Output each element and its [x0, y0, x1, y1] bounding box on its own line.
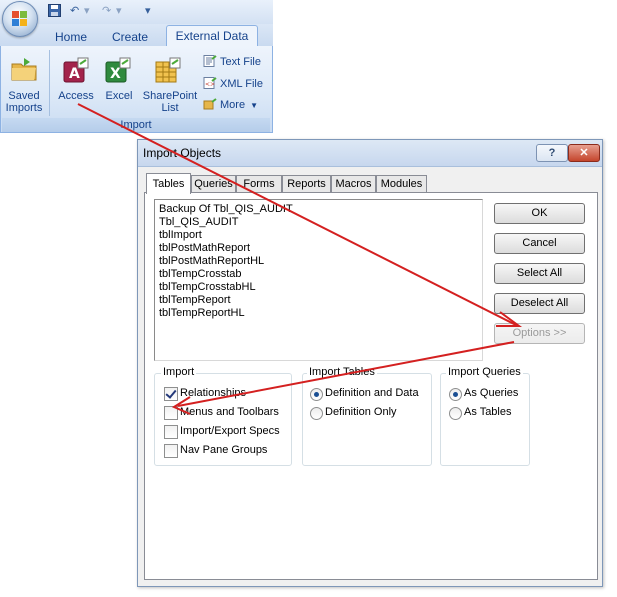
svg-text:<>: <>: [205, 81, 215, 88]
excel-icon: X: [104, 56, 132, 84]
list-item[interactable]: tblImport: [159, 229, 202, 242]
as-tables-label: As Tables: [464, 406, 512, 418]
tab-modules[interactable]: Modules: [376, 175, 427, 193]
undo-icon[interactable]: ↶: [70, 4, 79, 18]
redo-icon[interactable]: ↷: [102, 4, 111, 18]
list-item[interactable]: Backup Of Tbl_QIS_AUDIT: [159, 203, 293, 216]
ribbon: ↶ ▾ ↷ ▾ ▾ Home Create External Data Save…: [0, 0, 273, 133]
dialog-title-bar: Import Objects ? ✕: [138, 140, 602, 167]
import-tables-group-label: Import Tables: [307, 366, 377, 379]
text-file-icon: [203, 55, 217, 67]
nav-pane-groups-checkbox[interactable]: [164, 444, 178, 458]
relationships-label: Relationships: [180, 387, 247, 399]
xml-file-icon: <>: [203, 77, 217, 89]
help-button[interactable]: ?: [536, 144, 568, 162]
quick-access-toolbar: [0, 0, 273, 24]
undo-dropdown-icon[interactable]: ▾: [84, 4, 90, 18]
close-button[interactable]: ✕: [568, 144, 600, 162]
ribbon-separator: [49, 50, 50, 116]
list-item[interactable]: tblTempCrosstab: [159, 268, 242, 281]
more-label: More: [220, 99, 246, 111]
tab-forms[interactable]: Forms: [236, 175, 282, 193]
svg-text:X: X: [110, 66, 121, 82]
office-logo-icon: [12, 11, 28, 27]
sharepoint-list-button[interactable]: SharePoint List: [140, 52, 200, 116]
definition-only-radio[interactable]: [310, 407, 323, 420]
nav-pane-groups-label: Nav Pane Groups: [180, 444, 268, 456]
tab-external-data[interactable]: External Data: [166, 25, 258, 47]
excel-label: Excel: [105, 90, 133, 102]
xml-file-button[interactable]: <> XML File: [203, 75, 263, 93]
saved-imports-label-line2: Imports: [5, 102, 43, 114]
import-export-specs-label: Import/Export Specs: [180, 425, 280, 437]
tab-create[interactable]: Create: [106, 28, 154, 46]
access-button[interactable]: A Access: [56, 52, 96, 104]
sharepoint-label-line1: SharePoint: [142, 90, 198, 102]
menus-toolbars-label: Menus and Toolbars: [180, 406, 279, 418]
text-file-label: Text File: [220, 56, 261, 68]
dialog-title: Import Objects: [143, 146, 222, 160]
tab-tables[interactable]: Tables: [146, 173, 191, 194]
tab-queries[interactable]: Queries: [191, 175, 236, 193]
saved-imports-label-line1: Saved: [8, 90, 40, 102]
ok-button[interactable]: OK: [494, 203, 585, 224]
text-file-button[interactable]: Text File: [203, 53, 261, 71]
office-button[interactable]: [2, 1, 38, 37]
more-button[interactable]: More ▼: [203, 96, 258, 114]
access-icon: A: [62, 56, 90, 84]
definition-only-label: Definition Only: [325, 406, 397, 418]
import-objects-dialog: Import Objects ? ✕ Tables Queries Forms …: [137, 139, 603, 587]
tab-reports[interactable]: Reports: [282, 175, 331, 193]
redo-dropdown-icon[interactable]: ▾: [116, 4, 122, 18]
saved-imports-icon: [10, 56, 38, 84]
import-group-label: Import: [161, 366, 197, 379]
list-item[interactable]: tblTempCrosstabHL: [159, 281, 256, 294]
list-item[interactable]: tblTempReport: [159, 294, 231, 307]
tab-macros[interactable]: Macros: [331, 175, 376, 193]
excel-button[interactable]: X Excel: [100, 52, 138, 104]
save-icon[interactable]: [48, 4, 61, 18]
import-export-specs-checkbox[interactable]: [164, 425, 178, 439]
as-tables-radio[interactable]: [449, 407, 462, 420]
sharepoint-label-line2: List: [161, 102, 179, 114]
import-queries-group-label: Import Queries: [446, 366, 523, 379]
list-item[interactable]: tblPostMathReportHL: [159, 255, 264, 268]
customize-toolbar-icon[interactable]: ▾: [145, 4, 151, 18]
as-queries-label: As Queries: [464, 387, 519, 399]
more-icon: [203, 98, 217, 110]
select-all-button[interactable]: Select All: [494, 263, 585, 284]
more-dropdown-icon: ▼: [250, 101, 259, 110]
menus-toolbars-checkbox[interactable]: [164, 406, 178, 420]
relationships-checkbox[interactable]: [164, 387, 178, 401]
saved-imports-button[interactable]: Saved Imports: [2, 52, 46, 116]
list-item[interactable]: Tbl_QIS_AUDIT: [159, 216, 238, 229]
xml-file-label: XML File: [220, 78, 263, 90]
list-item[interactable]: tblPostMathReport: [159, 242, 250, 255]
import-group-label: Import: [2, 118, 270, 132]
cancel-button[interactable]: Cancel: [494, 233, 585, 254]
as-queries-radio[interactable]: [449, 388, 462, 401]
tables-listbox[interactable]: Backup Of Tbl_QIS_AUDIT Tbl_QIS_AUDIT tb…: [154, 199, 483, 361]
options-button[interactable]: Options >>: [494, 323, 585, 344]
definition-and-data-radio[interactable]: [310, 388, 323, 401]
list-item[interactable]: tblTempReportHL: [159, 307, 245, 320]
access-label: Access: [58, 90, 94, 102]
definition-and-data-label: Definition and Data: [325, 387, 419, 399]
sharepoint-list-icon: [154, 56, 182, 84]
tab-home[interactable]: Home: [48, 28, 94, 46]
deselect-all-button[interactable]: Deselect All: [494, 293, 585, 314]
